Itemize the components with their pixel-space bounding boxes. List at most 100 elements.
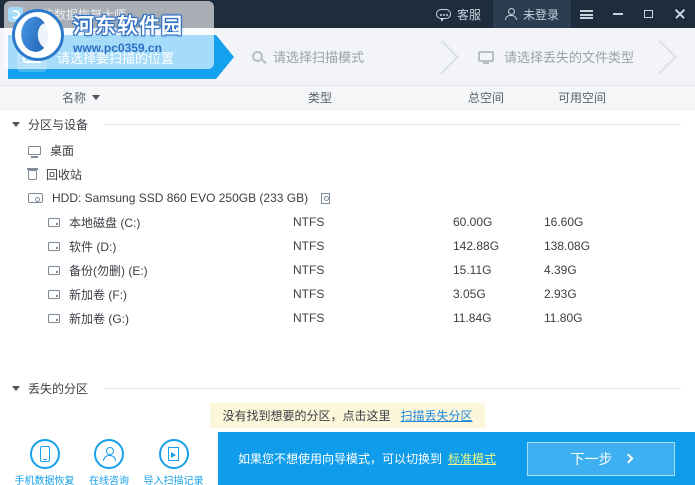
section-devices[interactable]: 分区与设备 <box>0 110 695 138</box>
footer-bar: 手机数据恢复 在线咨询 导入扫描记录 如果您不想使用向导模式，可以切换到 标准模… <box>0 432 695 485</box>
disk-info-icon[interactable] <box>321 192 331 204</box>
login-label: 未登录 <box>522 7 559 22</box>
phone-recovery-label: 手机数据恢复 <box>14 476 75 485</box>
step2-label: 请选择扫描模式 <box>273 50 365 65</box>
minimize-button[interactable] <box>602 0 633 28</box>
header-type[interactable]: 类型 <box>275 89 430 106</box>
header-name-label: 名称 <box>62 91 87 105</box>
hdd-icon <box>28 193 43 203</box>
row-free: 2.93G <box>544 287 577 301</box>
partition-icon <box>48 217 60 227</box>
notice-text: 没有找到想要的分区，点击这里 <box>222 408 391 423</box>
person-icon <box>102 447 116 461</box>
standard-mode-link[interactable]: 标准模式 <box>448 450 496 467</box>
section-devices-label: 分区与设备 <box>28 117 89 132</box>
next-step-button[interactable]: 下一步 <box>527 441 675 476</box>
row-total: 15.11G <box>453 263 492 277</box>
lost-partition-notice-row: 没有找到想要的分区，点击这里 扫描丢失分区 <box>0 402 695 428</box>
import-icon <box>168 447 179 461</box>
online-support-button[interactable]: 在线咨询 <box>89 439 129 485</box>
maximize-icon <box>644 10 653 18</box>
step-divider-chevron <box>425 39 459 74</box>
row-type: NTFS <box>293 287 325 301</box>
close-button[interactable] <box>664 0 695 28</box>
close-icon <box>675 9 685 19</box>
table-row-drive-d[interactable]: 软件 (D:) NTFS 142.88G 138.08G <box>0 234 695 258</box>
header-total[interactable]: 总空间 <box>430 89 542 106</box>
recycle-bin-icon <box>27 168 38 180</box>
row-name: HDD: Samsung SSD 860 EVO 250GB (233 GB) <box>52 191 309 205</box>
row-name: 本地磁盘 (C:) <box>69 215 141 230</box>
header-name[interactable]: 名称 <box>0 89 275 106</box>
customer-service-button[interactable]: 客服 <box>424 0 493 28</box>
person-icon-circle <box>94 439 124 469</box>
table-row-drive-c[interactable]: 本地磁盘 (C:) NTFS 60.00G 16.60G <box>0 210 695 234</box>
menu-button[interactable] <box>571 0 602 28</box>
table-header: 名称 类型 总空间 可用空间 <box>0 86 695 110</box>
row-type: NTFS <box>293 263 325 277</box>
phone-recovery-button[interactable]: 手机数据恢复 <box>15 439 75 485</box>
row-type: NTFS <box>293 239 325 253</box>
lost-partition-notice: 没有找到想要的分区，点击这里 扫描丢失分区 <box>210 402 485 428</box>
step3-label: 请选择丢失的文件类型 <box>504 50 635 65</box>
import-scan-record-label: 导入扫描记录 <box>143 476 204 485</box>
step-select-scan-mode: 请选择扫描模式 <box>252 28 364 85</box>
section-divider <box>104 387 681 389</box>
import-scan-record-button[interactable]: 导入扫描记录 <box>144 439 204 485</box>
partition-icon <box>48 241 60 251</box>
step-select-location: 请选择要扫描的位置 <box>8 35 234 79</box>
row-total: 60.00G <box>453 215 493 229</box>
row-name: 备份(勿删) (E:) <box>69 263 148 278</box>
row-name: 新加卷 (F:) <box>69 287 127 302</box>
row-free: 11.80G <box>544 311 583 325</box>
row-free: 138.08G <box>544 239 591 253</box>
table-row-hdd[interactable]: HDD: Samsung SSD 860 EVO 250GB (233 GB) <box>0 186 695 210</box>
arrow-right-icon <box>623 453 633 464</box>
row-name: 桌面 <box>50 143 75 158</box>
table-row-desktop[interactable]: 桌面 <box>0 138 695 162</box>
row-total: 11.84G <box>453 311 492 325</box>
user-icon <box>504 8 517 20</box>
partition-icon <box>48 313 60 323</box>
row-total: 3.05G <box>453 287 486 301</box>
next-step-label: 下一步 <box>570 450 613 467</box>
hamburger-icon <box>580 9 593 19</box>
step1-label: 请选择要扫描的位置 <box>57 50 175 66</box>
desktop-icon <box>28 145 41 158</box>
row-free: 4.39G <box>544 263 577 277</box>
table-row-drive-g[interactable]: 新加卷 (G:) NTFS 11.84G 11.80G <box>0 306 695 330</box>
row-total: 142.88G <box>453 239 500 253</box>
monitor-icon <box>478 51 494 64</box>
search-icon <box>252 51 263 62</box>
table-row-drive-e[interactable]: 备份(勿删) (E:) NTFS 15.11G 4.39G <box>0 258 695 282</box>
drive-icon <box>23 51 41 63</box>
step1-icon-chip <box>17 42 47 72</box>
app-logo-icon <box>8 6 23 22</box>
collapse-triangle-icon <box>12 121 20 127</box>
scan-lost-partition-link[interactable]: 扫描丢失分区 <box>401 407 473 424</box>
step-divider-chevron <box>643 39 677 74</box>
row-name: 软件 (D:) <box>69 239 117 254</box>
table-row-recycle-bin[interactable]: 回收站 <box>0 162 695 186</box>
phone-icon-circle <box>29 439 60 469</box>
section-lost-partitions[interactable]: 丢失的分区 <box>0 374 695 402</box>
wizard-steps: 请选择要扫描的位置 请选择扫描模式 请选择丢失的文件类型 <box>0 28 695 86</box>
section-divider <box>104 123 681 125</box>
login-button[interactable]: 未登录 <box>492 0 571 28</box>
import-icon-circle <box>158 439 189 469</box>
mode-hint-text: 如果您不想使用向导模式，可以切换到 <box>238 452 443 466</box>
minimize-icon <box>612 13 623 15</box>
row-name: 回收站 <box>46 167 83 182</box>
row-free: 16.60G <box>544 215 584 229</box>
header-free[interactable]: 可用空间 <box>542 89 695 106</box>
partition-icon <box>48 289 60 299</box>
table-row-drive-f[interactable]: 新加卷 (F:) NTFS 3.05G 2.93G <box>0 282 695 306</box>
online-support-label: 在线咨询 <box>89 476 129 485</box>
partition-icon <box>48 265 60 275</box>
collapse-triangle-icon <box>12 385 20 391</box>
row-type: NTFS <box>293 311 325 325</box>
customer-service-label: 客服 <box>456 7 481 22</box>
titlebar: 万能数据恢复大师 客服 未登录 <box>0 0 695 28</box>
maximize-button[interactable] <box>633 0 664 28</box>
chat-bubble-icon <box>435 9 451 22</box>
